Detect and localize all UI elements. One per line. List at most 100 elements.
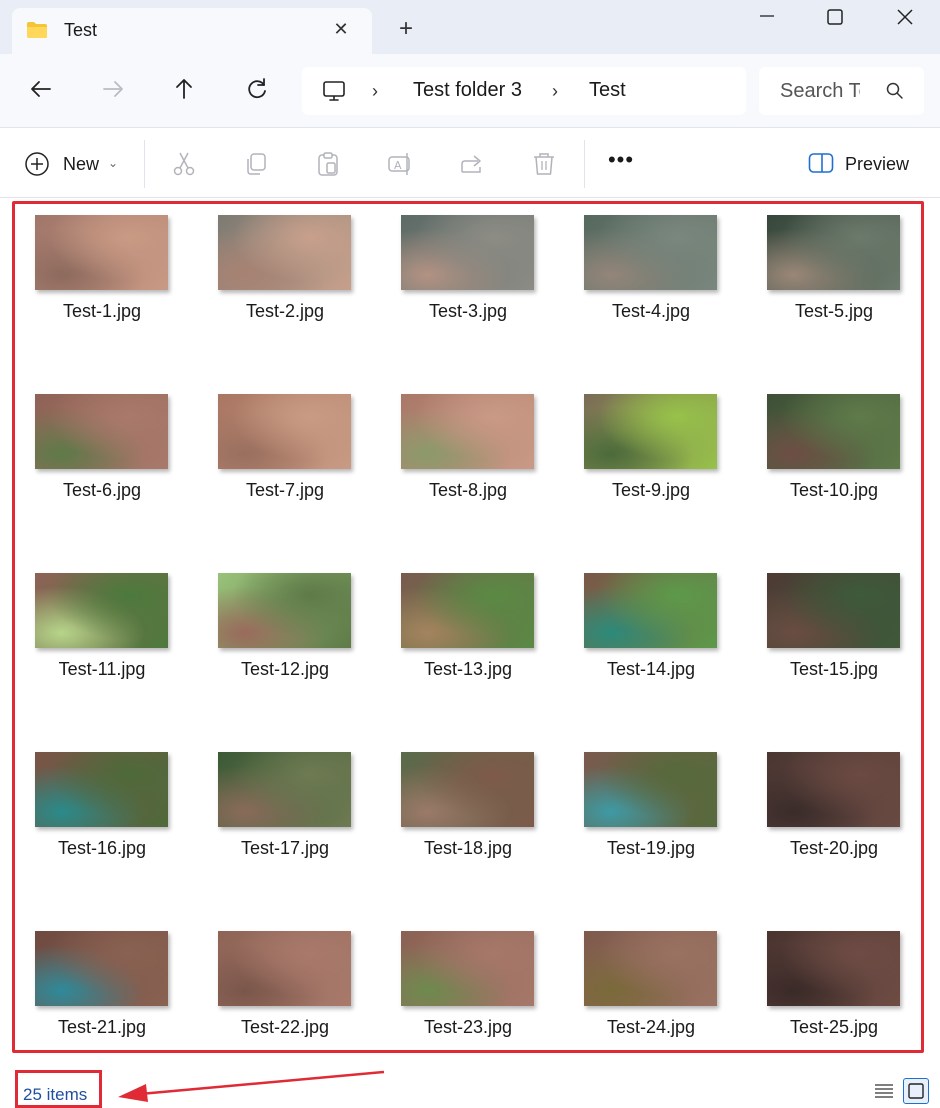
image-thumbnail[interactable]	[767, 752, 900, 827]
image-thumbnail[interactable]	[35, 752, 168, 827]
file-item[interactable]: Test-14.jpg	[581, 573, 741, 733]
image-thumbnail[interactable]	[35, 573, 168, 648]
search-input[interactable]: Search Test	[780, 80, 860, 103]
file-item[interactable]: Test-2.jpg	[215, 215, 375, 375]
close-window-button[interactable]	[880, 0, 930, 36]
file-item[interactable]: Test-11.jpg	[32, 573, 192, 733]
forward-arrow-icon[interactable]	[100, 76, 126, 102]
item-count: 25 items	[23, 1085, 88, 1104]
image-thumbnail[interactable]	[401, 931, 534, 1006]
search-box[interactable]: Search Test	[759, 67, 924, 115]
svg-text:A: A	[394, 159, 402, 172]
file-name: Test-11.jpg	[58, 659, 146, 679]
file-item[interactable]: Test-6.jpg	[32, 394, 192, 554]
cut-icon[interactable]	[170, 150, 198, 178]
image-thumbnail[interactable]	[584, 573, 717, 648]
file-name: Test-4.jpg	[611, 301, 691, 321]
tab-test[interactable]: Test ✕	[12, 8, 372, 54]
file-item[interactable]: Test-5.jpg	[764, 215, 924, 375]
back-arrow-icon[interactable]	[28, 76, 54, 102]
image-thumbnail[interactable]	[584, 394, 717, 469]
share-icon[interactable]	[458, 150, 486, 178]
file-name: Test-1.jpg	[62, 301, 142, 321]
image-thumbnail[interactable]	[35, 931, 168, 1006]
image-thumbnail[interactable]	[218, 215, 351, 290]
file-name: Test-16.jpg	[57, 838, 147, 858]
thumbnail-view-icon	[908, 1083, 924, 1099]
file-item[interactable]: Test-3.jpg	[398, 215, 558, 375]
folder-icon	[27, 22, 47, 38]
file-item[interactable]: Test-4.jpg	[581, 215, 741, 375]
plus-circle-icon	[25, 152, 49, 176]
image-thumbnail[interactable]	[401, 752, 534, 827]
file-item[interactable]: Test-1.jpg	[32, 215, 192, 375]
file-item[interactable]: Test-18.jpg	[398, 752, 558, 912]
file-item[interactable]: Test-19.jpg	[581, 752, 741, 912]
refresh-icon[interactable]	[244, 76, 270, 102]
file-view: Test-1.jpg Test-2.jpg Test-3.jpg Test-4.jpg…	[12, 201, 924, 1053]
image-thumbnail[interactable]	[767, 215, 900, 290]
rename-icon[interactable]: A	[386, 150, 414, 178]
copy-icon[interactable]	[242, 150, 270, 178]
image-thumbnail[interactable]	[584, 752, 717, 827]
file-name: Test-3.jpg	[428, 301, 508, 321]
file-name: Test-18.jpg	[423, 838, 513, 858]
image-thumbnail[interactable]	[218, 394, 351, 469]
file-item[interactable]: Test-10.jpg	[764, 394, 924, 554]
delete-icon[interactable]	[530, 150, 558, 178]
annotation-arrow	[118, 1070, 385, 1102]
command-bar: New ⌄ A ••• Preview	[0, 128, 940, 198]
computer-icon[interactable]	[322, 79, 346, 103]
file-item[interactable]: Test-8.jpg	[398, 394, 558, 554]
file-item[interactable]: Test-12.jpg	[215, 573, 375, 733]
image-thumbnail[interactable]	[401, 394, 534, 469]
chevron-right-icon[interactable]: ›	[372, 81, 378, 102]
image-thumbnail[interactable]	[767, 931, 900, 1006]
file-name: Test-15.jpg	[789, 659, 879, 679]
file-name: Test-12.jpg	[240, 659, 330, 679]
image-thumbnail[interactable]	[218, 931, 351, 1006]
file-name: Test-19.jpg	[606, 838, 696, 858]
file-item[interactable]: Test-15.jpg	[764, 573, 924, 733]
image-thumbnail[interactable]	[584, 215, 717, 290]
details-view-icon[interactable]	[871, 1078, 897, 1104]
image-thumbnail[interactable]	[767, 394, 900, 469]
address-bar[interactable]: › Test folder 3 › Test	[302, 67, 746, 115]
more-options-button[interactable]: •••	[606, 149, 636, 178]
image-thumbnail[interactable]	[401, 215, 534, 290]
file-item[interactable]: Test-13.jpg	[398, 573, 558, 733]
file-item[interactable]: Test-7.jpg	[215, 394, 375, 554]
file-item[interactable]: Test-9.jpg	[581, 394, 741, 554]
image-thumbnail[interactable]	[401, 573, 534, 648]
image-thumbnail[interactable]	[218, 752, 351, 827]
image-thumbnail[interactable]	[35, 394, 168, 469]
paste-icon[interactable]	[314, 150, 342, 178]
file-name: Test-9.jpg	[611, 480, 691, 500]
image-thumbnail[interactable]	[767, 573, 900, 648]
up-arrow-icon[interactable]	[171, 76, 197, 102]
file-name: Test-22.jpg	[240, 1017, 330, 1037]
new-tab-button[interactable]: +	[394, 17, 418, 42]
file-name: Test-6.jpg	[62, 480, 142, 500]
preview-button[interactable]: Preview	[808, 150, 918, 178]
large-icons-view-button[interactable]	[903, 1078, 929, 1104]
image-thumbnail[interactable]	[35, 215, 168, 290]
file-name: Test-14.jpg	[606, 659, 696, 679]
file-name: Test-17.jpg	[240, 838, 330, 858]
file-item[interactable]: Test-16.jpg	[32, 752, 192, 912]
chevron-right-icon[interactable]: ›	[552, 81, 558, 102]
breadcrumb-test[interactable]: Test	[589, 79, 626, 102]
file-name: Test-2.jpg	[245, 301, 325, 321]
breadcrumb-test-folder-3[interactable]: Test folder 3	[413, 79, 522, 102]
toolbar-divider	[144, 140, 145, 188]
minimize-button[interactable]	[742, 0, 792, 36]
file-name: Test-23.jpg	[423, 1017, 513, 1037]
navigation-bar: › Test folder 3 › Test Search Test	[0, 54, 940, 128]
image-thumbnail[interactable]	[584, 931, 717, 1006]
search-icon[interactable]	[885, 81, 905, 101]
maximize-button[interactable]	[810, 0, 860, 36]
close-tab-icon[interactable]: ✕	[330, 18, 352, 40]
file-item[interactable]: Test-20.jpg	[764, 752, 924, 912]
image-thumbnail[interactable]	[218, 573, 351, 648]
file-item[interactable]: Test-17.jpg	[215, 752, 375, 912]
